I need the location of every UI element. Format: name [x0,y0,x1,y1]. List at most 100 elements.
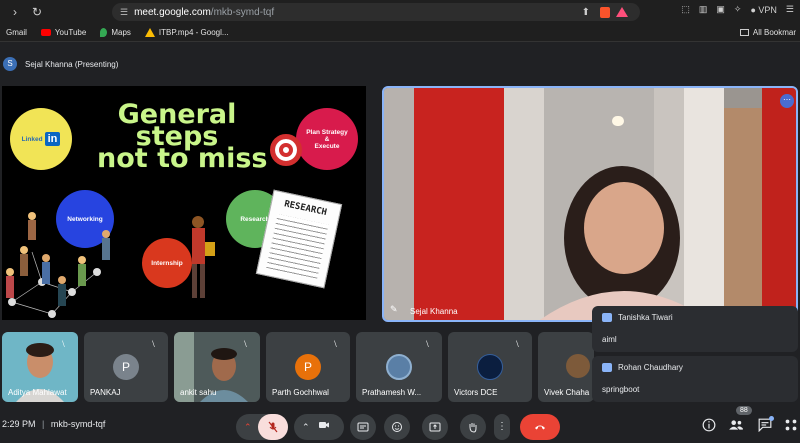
drive-icon [144,28,155,37]
chat-message: aiml [602,335,617,344]
mic-off-icon: ⧵ [244,339,247,349]
participant-tile[interactable]: Victors DCE ⧵ [448,332,532,402]
target-icon [270,134,302,166]
maps-icon [100,28,108,37]
linkedin-logo: in [44,132,61,146]
reactions-button[interactable] [384,414,410,440]
bookmark-drive-file[interactable]: ITBP.mp4 - Googl... [144,28,229,37]
hand-icon [469,423,477,433]
plan-strategy-circle: Plan Strategy & Execute [296,108,358,170]
address-bar[interactable]: ☰ meet.google.com/mkb-symd-tqf ⬆ [112,3,640,21]
bookmark-label: Maps [111,28,131,37]
brave-rewards-icon[interactable] [616,7,628,17]
present-button[interactable] [422,414,448,440]
brave-shield-icon[interactable] [600,6,610,18]
share-icon[interactable]: ⬆ [582,7,590,18]
participant-name: ankit sahu [180,388,217,397]
vpn-button[interactable]: ● VPN [750,5,776,15]
bookmark-label: YouTube [54,28,87,37]
plan-strategy-text: Plan Strategy [306,128,348,136]
meeting-code: mkb-symd-tqf [50,419,106,429]
menu-icon[interactable]: ☰ [786,4,794,15]
leo-ai-icon[interactable]: ✧ [734,4,742,15]
forward-icon[interactable]: › [8,5,22,19]
people-network-illustration [6,212,110,318]
linkedin-circle: Linked in [10,108,72,170]
participant-logo [477,354,503,380]
participant-tile[interactable]: Prathamesh W... ⧵ [356,332,442,402]
leave-call-button[interactable] [520,414,560,440]
raise-hand-button[interactable] [460,414,486,440]
captions-button[interactable] [350,414,376,440]
bookmarks-bar: Gmail YouTube Maps ITBP.mp4 - Googl... A… [0,24,800,42]
chat-sender: Tanishka Tiwari [618,313,673,322]
chat-notification[interactable]: Rohan Chaudhary springboot [592,356,798,402]
video-options-icon[interactable]: ⌃ [302,422,310,433]
bookmark-gmail[interactable]: Gmail [6,28,27,37]
linkedin-text: Linked [21,135,43,143]
bookmark-youtube[interactable]: YouTube [40,28,87,37]
slide-title-line: not to miss [97,143,268,174]
all-bookmarks-label: All Bookmar [752,28,796,37]
site-settings-icon[interactable]: ☰ [120,7,128,18]
url-host: meet.google.com [134,6,211,18]
businessman-illustration [192,216,215,298]
vpn-icon: ● [750,4,756,15]
browser-toolbar: › ↻ ☰ meet.google.com/mkb-symd-tqf ⬆ ⬚ ▥… [0,0,800,24]
participant-name: Vivek Chaha [544,388,590,397]
participant-name: PANKAJ [90,388,121,397]
time-separator: | [42,419,45,429]
document-lines [266,214,329,280]
internship-text: Internship [151,259,183,267]
people-button[interactable]: 88 [728,406,752,437]
chat-icon [602,313,612,322]
mic-button[interactable] [258,414,288,440]
end-call-icon [535,425,545,430]
meeting-info-button[interactable] [702,418,716,437]
participant-tile[interactable]: P Parth Gochhwal ⧵ [266,332,350,402]
activities-button[interactable] [784,418,798,437]
amp-text: & [324,135,330,143]
speaker-name: Sejal Khanna [410,307,458,316]
reload-icon[interactable]: ↻ [30,5,44,19]
wallet-icon[interactable]: ▣ [716,4,725,15]
bookmark-label: Gmail [6,28,27,37]
pin-icon[interactable]: ✎ [390,304,398,315]
sidebar-icon[interactable]: ▥ [699,4,708,15]
bookmark-label: ITBP.mp4 - Googl... [158,28,229,37]
execute-text: Execute [314,142,340,150]
extensions-icon[interactable]: ⬚ [681,4,690,15]
vpn-label: VPN [758,4,777,15]
participant-tile[interactable]: P PANKAJ ⧵ [84,332,168,402]
participant-avatar: P [295,354,321,380]
mic-toggle-group: ⌃ [236,414,288,440]
speaker-video-tile[interactable]: ✎ Sejal Khanna ⋯ [382,86,798,322]
more-options-icon[interactable]: ⋯ [780,94,794,108]
chat-button[interactable] [758,416,774,437]
camera-button[interactable] [318,418,330,436]
folder-icon [739,29,749,36]
mic-off-icon [268,421,278,433]
research-text: Research [240,215,270,223]
audio-options-icon[interactable]: ⌃ [244,422,252,433]
slide-title: General steps not to miss [97,101,268,174]
chat-icon [602,363,612,372]
all-bookmarks[interactable]: All Bookmar [739,28,796,37]
mic-off-icon: ⧵ [152,339,155,349]
participant-tile[interactable]: Vivek Chaha [538,332,594,402]
participant-name: Parth Gochhwal [272,388,329,397]
presenting-bar: S Sejal Khanna (Presenting) [0,54,800,74]
camera-toggle-group: ⌃ [294,414,344,440]
meeting-controls-bar: 2:29 PM | mkb-symd-tqf ⌃ ⌃ ⋮ 88 [0,406,800,443]
more-options-button[interactable]: ⋮ [494,414,510,440]
participant-tile[interactable]: Aditya Mahlawat ⧵ [2,332,78,402]
people-icon [729,420,743,430]
present-screen-icon [429,422,441,432]
chat-notification[interactable]: Tanishka Tiwari aiml [592,306,798,352]
participant-tile[interactable]: ankit sahu ⧵ [174,332,260,402]
bookmark-maps[interactable]: Maps [100,28,131,37]
emoji-icon [392,422,402,432]
presentation-slide: General steps not to miss Linked in Plan… [2,86,366,320]
camera-icon [319,422,329,428]
participant-avatar: P [113,354,139,380]
